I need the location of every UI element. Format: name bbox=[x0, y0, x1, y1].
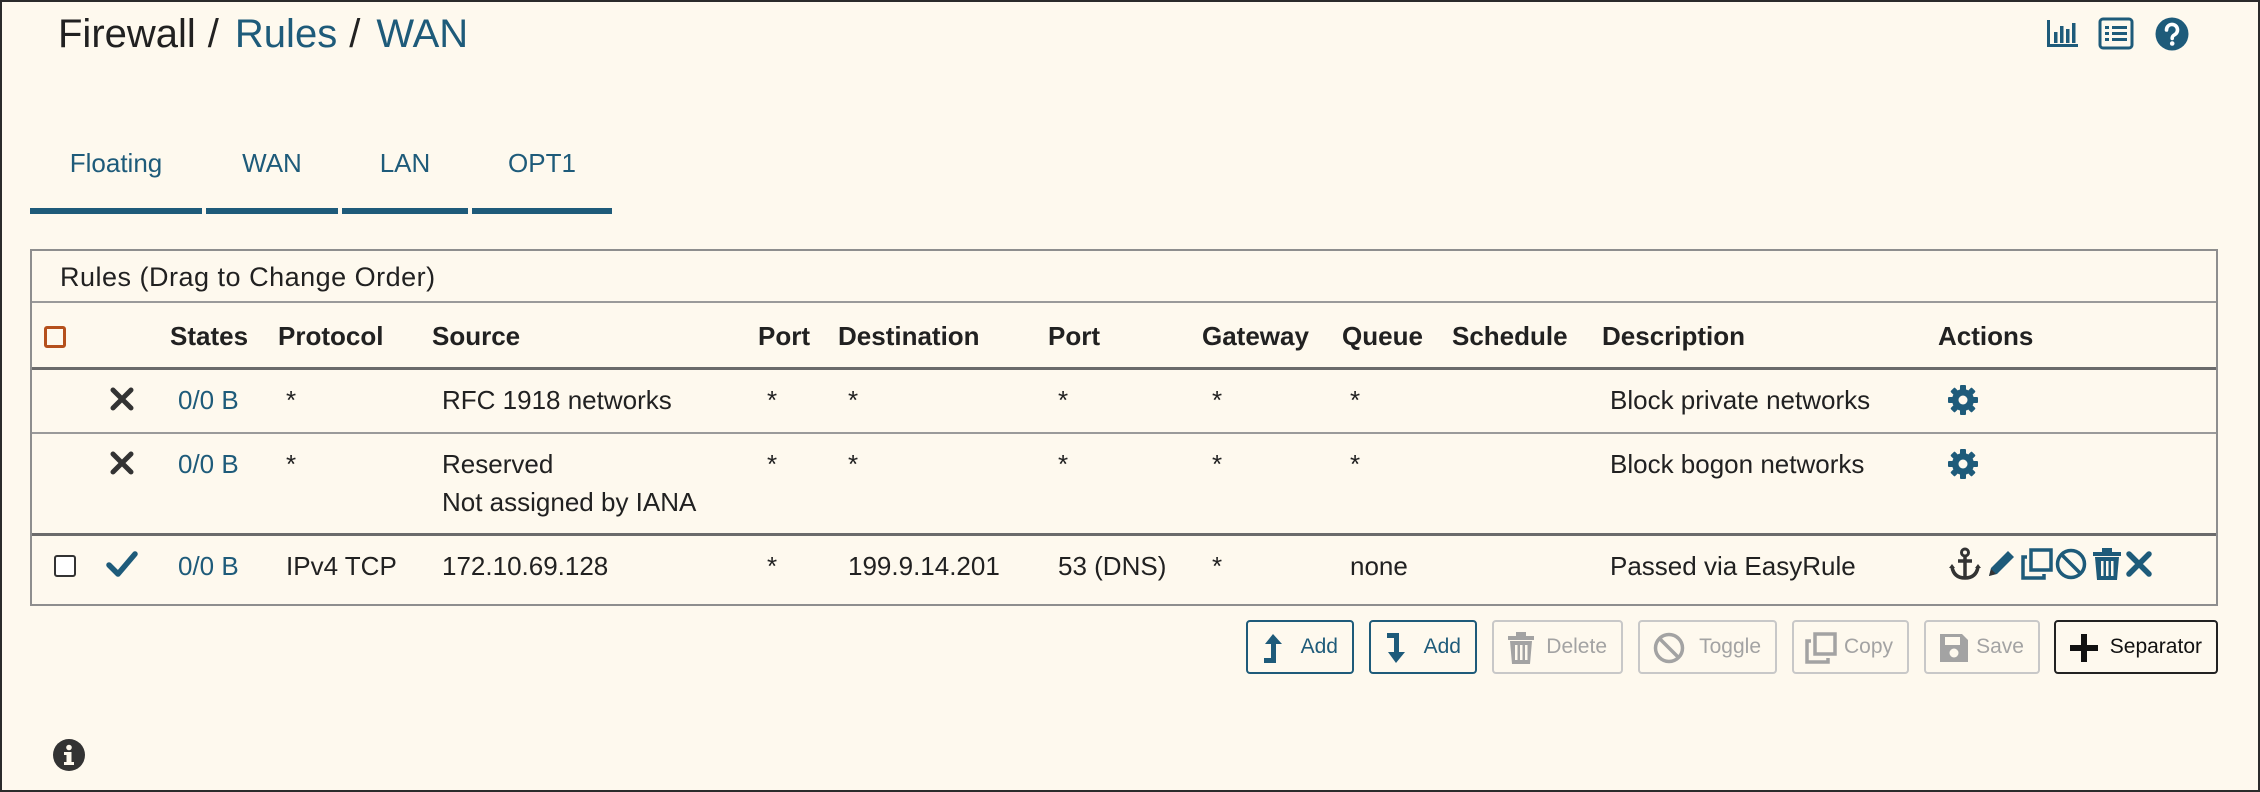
copy-icon[interactable] bbox=[2020, 547, 2054, 581]
add-rule-bottom-button[interactable]: Add bbox=[1369, 620, 1477, 674]
save-button[interactable]: Save bbox=[1924, 620, 2040, 674]
tab-opt1[interactable]: OPT1 bbox=[472, 138, 612, 214]
rule-port: * bbox=[767, 449, 778, 479]
rule-states[interactable]: 0/0 B bbox=[178, 448, 239, 480]
column-header-queue[interactable]: Queue bbox=[1342, 321, 1423, 352]
block-icon bbox=[110, 451, 134, 475]
column-header-actions: Actions bbox=[1938, 321, 2034, 351]
copy-label: Copy bbox=[1843, 635, 1893, 658]
block-icon bbox=[110, 387, 134, 411]
column-header-schedule[interactable]: Schedule bbox=[1452, 321, 1568, 352]
rule-description: Block bogon networks bbox=[1610, 449, 1865, 479]
row-divider bbox=[32, 533, 2216, 536]
gear-icon[interactable] bbox=[1946, 383, 1980, 417]
rule-destination-port: * bbox=[1058, 385, 1069, 415]
rule-queue: * bbox=[1350, 385, 1361, 415]
rule-gateway: * bbox=[1212, 385, 1223, 415]
column-header-port[interactable]: Port bbox=[758, 321, 810, 352]
column-header-gateway[interactable]: Gateway bbox=[1202, 321, 1309, 352]
select-all-checkbox[interactable] bbox=[44, 326, 66, 348]
copy-icon bbox=[1805, 632, 1837, 664]
help-icon[interactable] bbox=[2154, 16, 2190, 52]
column-header-states[interactable]: States bbox=[170, 321, 248, 352]
rule-queue: none bbox=[1350, 551, 1408, 581]
save-label: Save bbox=[1976, 635, 2024, 658]
list-icon[interactable] bbox=[2098, 16, 2134, 52]
pencil-icon[interactable] bbox=[1984, 547, 2018, 581]
panel-title: Rules (Drag to Change Order) bbox=[32, 251, 2216, 303]
arrow-down-icon bbox=[1387, 633, 1405, 663]
column-header-source[interactable]: Source bbox=[432, 321, 520, 352]
rule-source: RFC 1918 networks bbox=[442, 385, 672, 415]
toggle-button[interactable]: Toggle bbox=[1638, 620, 1777, 674]
rule-destination: * bbox=[848, 449, 859, 479]
rule-gateway: * bbox=[1212, 449, 1223, 479]
rule-select-checkbox[interactable] bbox=[54, 555, 76, 577]
arrow-up-icon bbox=[1264, 634, 1282, 663]
rule-states[interactable]: 0/0 B bbox=[178, 384, 239, 416]
tab-wan[interactable]: WAN bbox=[206, 138, 338, 214]
add-rule-top-button[interactable]: Add bbox=[1246, 620, 1354, 674]
column-header-description[interactable]: Description bbox=[1602, 321, 1745, 352]
rule-protocol: * bbox=[286, 385, 297, 415]
info-icon[interactable] bbox=[52, 738, 86, 772]
pass-checkmark-icon bbox=[106, 551, 138, 577]
rule-source: 172.10.69.128 bbox=[442, 551, 609, 581]
copy-button[interactable]: Copy bbox=[1792, 620, 1909, 674]
breadcrumb-wan-link[interactable]: WAN bbox=[376, 12, 468, 56]
trash-icon[interactable] bbox=[2090, 547, 2124, 581]
breadcrumb-separator: / bbox=[207, 12, 219, 56]
breadcrumb-rules-link[interactable]: Rules bbox=[235, 12, 337, 56]
save-icon bbox=[1940, 634, 1968, 662]
rule-queue: * bbox=[1350, 449, 1361, 479]
delete-button[interactable]: Delete bbox=[1492, 620, 1623, 674]
plus-icon bbox=[2070, 634, 2098, 662]
tab-lan[interactable]: LAN bbox=[342, 138, 468, 214]
rule-source: Reserved bbox=[442, 449, 554, 479]
add-bottom-label: Add bbox=[1423, 635, 1461, 658]
rule-destination-port: 53 (DNS) bbox=[1058, 551, 1167, 581]
rule-destination: * bbox=[848, 385, 859, 415]
header-divider bbox=[32, 367, 2216, 370]
breadcrumb-firewall: Firewall bbox=[58, 12, 196, 56]
trash-icon bbox=[1508, 632, 1534, 664]
rule-gateway: * bbox=[1212, 551, 1223, 581]
column-header-destination-port[interactable]: Port bbox=[1048, 321, 1100, 352]
rule-source-detail: Not assigned by IANA bbox=[442, 487, 697, 517]
rule-destination: 199.9.14.201 bbox=[848, 551, 1000, 581]
breadcrumb: Firewall / Rules / WAN bbox=[58, 8, 474, 60]
rule-port: * bbox=[767, 551, 778, 581]
gear-icon[interactable] bbox=[1946, 447, 1980, 481]
tab-floating[interactable]: Floating bbox=[30, 138, 202, 214]
separator-label: Separator bbox=[2109, 635, 2202, 658]
breadcrumb-separator: / bbox=[349, 12, 361, 56]
rule-destination-port: * bbox=[1058, 449, 1069, 479]
disable-icon bbox=[1653, 632, 1685, 664]
row-divider bbox=[32, 432, 2216, 434]
column-header-destination[interactable]: Destination bbox=[838, 321, 980, 352]
delete-icon[interactable] bbox=[2124, 549, 2154, 579]
add-top-label: Add bbox=[1300, 635, 1338, 658]
anchor-icon[interactable] bbox=[1948, 547, 1982, 581]
column-header-protocol[interactable]: Protocol bbox=[278, 321, 383, 352]
rules-panel: Rules (Drag to Change Order) States Prot… bbox=[30, 249, 2218, 606]
add-separator-button[interactable]: Separator bbox=[2054, 620, 2218, 674]
bar-chart-icon[interactable] bbox=[2044, 16, 2080, 52]
rule-states[interactable]: 0/0 B bbox=[178, 550, 239, 582]
delete-label: Delete bbox=[1546, 635, 1607, 658]
rule-protocol: * bbox=[286, 449, 297, 479]
rule-port: * bbox=[767, 385, 778, 415]
rule-description: Passed via EasyRule bbox=[1610, 551, 1856, 581]
toggle-label: Toggle bbox=[1699, 635, 1761, 658]
rule-description: Block private networks bbox=[1610, 385, 1871, 415]
rule-protocol: IPv4 TCP bbox=[286, 551, 397, 581]
disable-icon[interactable] bbox=[2054, 547, 2088, 581]
